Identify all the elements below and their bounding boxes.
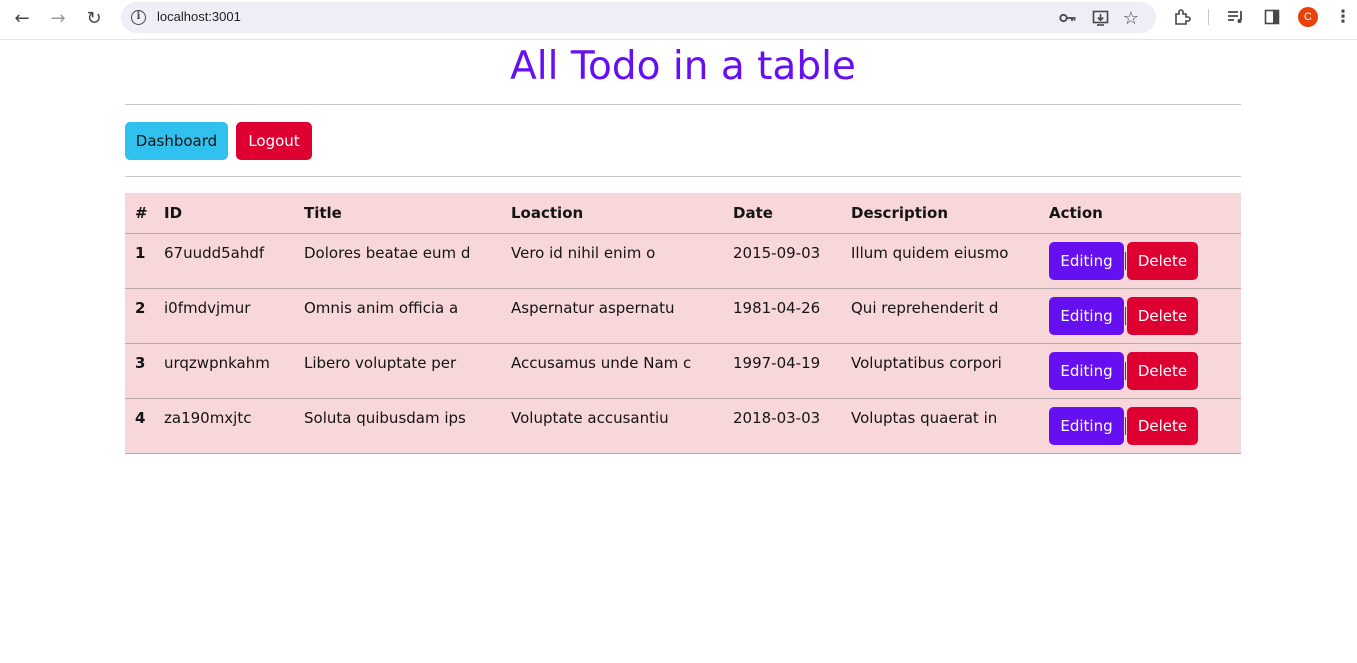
todo-date: 1981-04-26: [723, 288, 841, 344]
media-playlist-icon[interactable]: [1224, 5, 1248, 29]
delete-button[interactable]: Delete: [1127, 241, 1198, 280]
editing-button[interactable]: Editing: [1049, 351, 1124, 390]
column-header-id: ID: [154, 193, 294, 234]
side-panel-icon[interactable]: [1260, 5, 1284, 29]
todo-id: 67uudd5ahdf: [154, 233, 294, 289]
extensions-icon[interactable]: [1170, 5, 1194, 29]
editing-button[interactable]: Editing: [1049, 406, 1124, 445]
reload-icon[interactable]: ↻: [80, 4, 108, 32]
column-header-date: Date: [723, 193, 841, 234]
todo-title: Libero voluptate per: [294, 343, 501, 399]
profile-avatar[interactable]: C: [1298, 7, 1318, 27]
todo-description: Voluptatibus corpori: [841, 343, 1039, 399]
delete-button[interactable]: Delete: [1127, 406, 1198, 445]
todo-location: Vero id nihil enim o: [501, 233, 723, 289]
todo-description: Qui reprehenderit d: [841, 288, 1039, 344]
column-header-description: Description: [841, 193, 1039, 234]
column-header-action: Action: [1039, 193, 1241, 234]
row-actions: Editing Delete: [1039, 398, 1241, 454]
todo-table: # ID Title Loaction Date Description Act…: [125, 193, 1241, 454]
table-row: 3 urqzwpnkahm Libero voluptate per Accus…: [125, 343, 1241, 399]
editing-button[interactable]: Editing: [1049, 241, 1124, 280]
page-title: All Todo in a table: [510, 44, 856, 89]
address-bar[interactable]: i localhost:3001 ☆: [121, 2, 1156, 33]
back-arrow-icon[interactable]: ←: [8, 4, 36, 32]
action-separator: [1125, 306, 1126, 325]
todo-id: za190mxjtc: [154, 398, 294, 454]
action-separator: [1125, 416, 1126, 435]
table-header-row: # ID Title Loaction Date Description Act…: [125, 193, 1241, 234]
divider: [125, 104, 1241, 105]
row-actions: Editing Delete: [1039, 233, 1241, 289]
table-row: 4 za190mxjtc Soluta quibusdam ips Volupt…: [125, 398, 1241, 454]
row-actions: Editing Delete: [1039, 288, 1241, 344]
todo-id: urqzwpnkahm: [154, 343, 294, 399]
table-row: 1 67uudd5ahdf Dolores beatae eum d Vero …: [125, 233, 1241, 289]
table-row: 2 i0fmdvjmur Omnis anim officia a Aspern…: [125, 288, 1241, 344]
bookmark-star-icon[interactable]: ☆: [1120, 7, 1142, 29]
row-number: 3: [125, 343, 154, 399]
editing-button[interactable]: Editing: [1049, 296, 1124, 335]
todo-title: Dolores beatae eum d: [294, 233, 501, 289]
row-number: 1: [125, 233, 154, 289]
row-number: 2: [125, 288, 154, 344]
action-separator: [1125, 361, 1126, 380]
todo-location: Voluptate accusantiu: [501, 398, 723, 454]
todo-location: Aspernatur aspernatu: [501, 288, 723, 344]
todo-title: Soluta quibusdam ips: [294, 398, 501, 454]
todo-id: i0fmdvjmur: [154, 288, 294, 344]
action-separator: [1125, 251, 1126, 270]
dashboard-button[interactable]: Dashboard: [125, 122, 228, 160]
todo-description: Illum quidem eiusmo: [841, 233, 1039, 289]
todo-date: 2015-09-03: [723, 233, 841, 289]
delete-button[interactable]: Delete: [1127, 351, 1198, 390]
install-app-icon[interactable]: [1089, 7, 1111, 29]
delete-button[interactable]: Delete: [1127, 296, 1198, 335]
column-header-location: Loaction: [501, 193, 723, 234]
todo-date: 1997-04-19: [723, 343, 841, 399]
forward-arrow-icon[interactable]: →: [44, 4, 72, 32]
todo-location: Accusamus unde Nam c: [501, 343, 723, 399]
key-icon[interactable]: [1057, 7, 1079, 29]
site-info-icon[interactable]: i: [131, 10, 146, 25]
url-text[interactable]: localhost:3001: [157, 9, 241, 24]
column-header-number: #: [125, 193, 154, 234]
todo-title: Omnis anim officia a: [294, 288, 501, 344]
toolbar-separator: [1208, 9, 1209, 25]
todo-description: Voluptas quaerat in: [841, 398, 1039, 454]
row-actions: Editing Delete: [1039, 343, 1241, 399]
browser-toolbar: ← → ↻ i localhost:3001 ☆ C ⋮: [0, 0, 1357, 40]
menu-kebab-icon[interactable]: ⋮: [1331, 5, 1355, 29]
todo-date: 2018-03-03: [723, 398, 841, 454]
divider: [125, 176, 1241, 177]
logout-button[interactable]: Logout: [236, 122, 312, 160]
row-number: 4: [125, 398, 154, 454]
column-header-title: Title: [294, 193, 501, 234]
